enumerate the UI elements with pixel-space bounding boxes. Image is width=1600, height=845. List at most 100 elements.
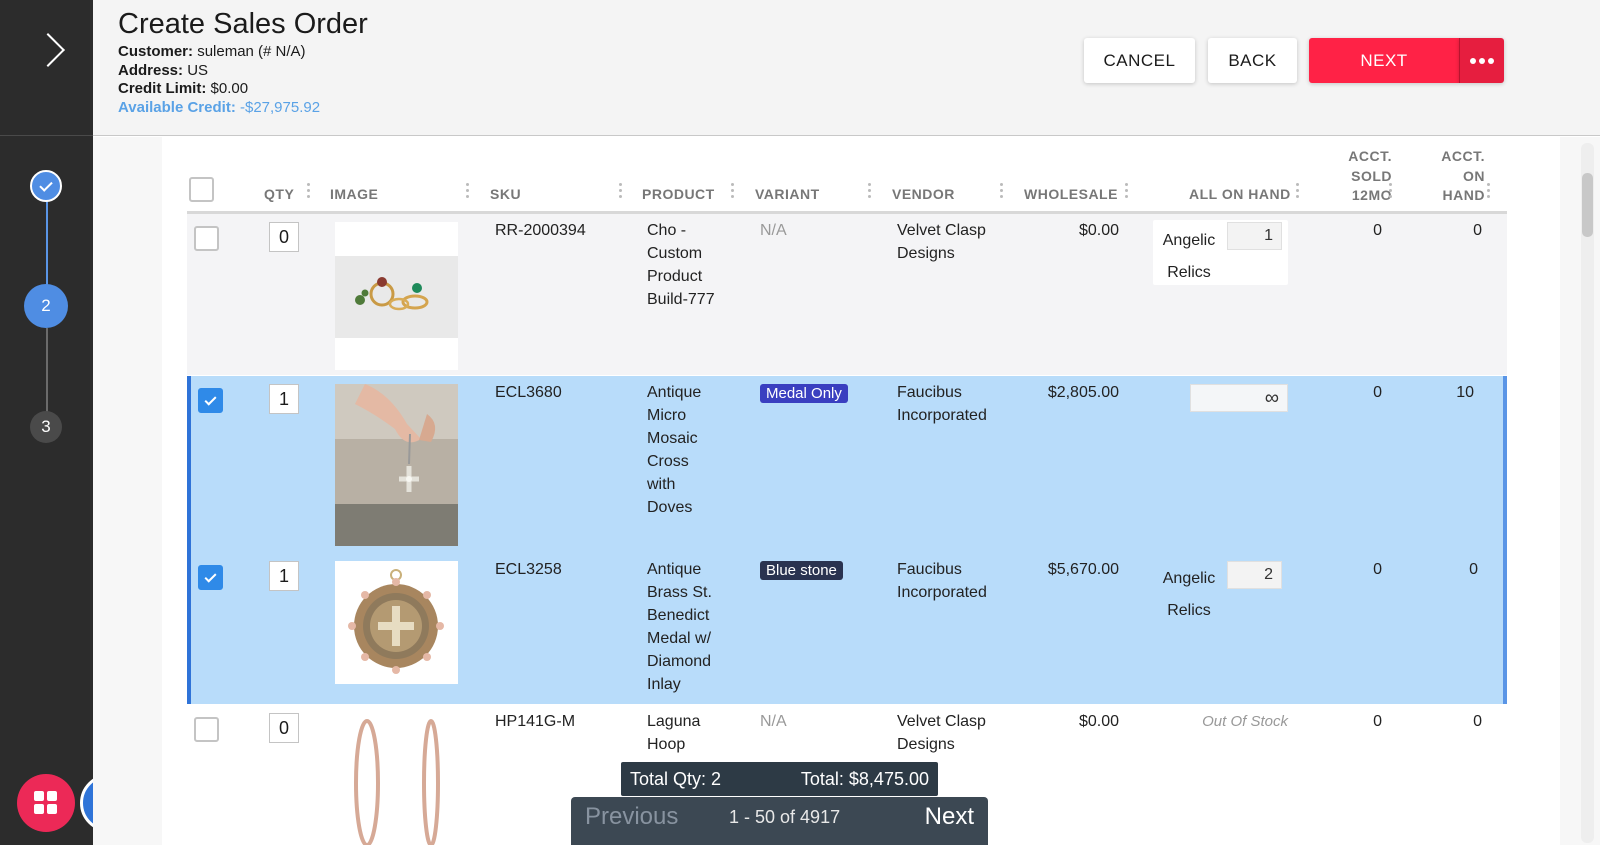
col-variant[interactable]: VARIANT — [755, 186, 820, 202]
product-image[interactable] — [335, 384, 458, 546]
col-qty[interactable]: QTY — [264, 186, 294, 202]
on-hand-qty-input[interactable]: 2 — [1227, 561, 1282, 589]
acct-sold-12mo: 0 — [1373, 384, 1382, 401]
step-1-complete[interactable] — [30, 170, 62, 202]
page-title: Create Sales Order — [118, 8, 368, 40]
table-row[interactable]: 1 ECL3680 Antique Micro Mosaic Cross with Dov… — [187, 376, 1507, 552]
more-dots-icon — [1470, 57, 1494, 64]
row-checkbox[interactable] — [194, 226, 219, 251]
available-credit-label: Available Credit: — [118, 98, 236, 116]
check-icon — [204, 570, 217, 583]
acct-on-hand: 0 — [1473, 222, 1482, 239]
product-name[interactable]: Cho - Custom Product Build-777 — [647, 219, 715, 311]
next-button[interactable]: NEXT — [1309, 38, 1459, 83]
content-area: QTY IMAGE SKU PRODUCT VARIANT VENDOR WHO… — [93, 137, 1600, 845]
product-image[interactable] — [335, 561, 458, 684]
wholesale-price: $2,805.00 — [1047, 384, 1119, 401]
wholesale-price: $5,670.00 — [1047, 561, 1119, 578]
acct-sold-12mo: 0 — [1373, 713, 1382, 730]
col-product[interactable]: PRODUCT — [642, 186, 715, 202]
table-header: QTY IMAGE SKU PRODUCT VARIANT VENDOR WHO… — [187, 137, 1507, 214]
out-of-stock-status: Out Of Stock — [1202, 713, 1288, 730]
col-vendor[interactable]: VENDOR — [892, 186, 955, 202]
address-label: Address: — [118, 61, 184, 79]
cancel-button[interactable]: CANCEL — [1084, 38, 1195, 83]
variant: N/A — [760, 713, 787, 730]
column-menu-icon[interactable] — [1296, 183, 1299, 203]
wholesale-price: $0.00 — [1078, 222, 1119, 239]
acct-sold-12mo: 0 — [1373, 222, 1382, 239]
table-row[interactable]: 1 ECL3258 Antique Brass St. Benedict Med… — [187, 552, 1507, 704]
pagination: Previous 1 - 50 of 4917 Next — [571, 797, 988, 845]
sku: HP141G-M — [495, 713, 576, 730]
apps-grid-icon — [34, 791, 58, 815]
check-icon — [39, 177, 53, 192]
qty-input[interactable]: 1 — [269, 384, 299, 414]
total-qty: Total Qty: 2 — [630, 768, 722, 789]
on-hand-qty-input[interactable]: ∞ — [1190, 384, 1288, 412]
column-menu-icon[interactable] — [1000, 183, 1003, 203]
sku: RR-2000394 — [495, 222, 586, 239]
on-hand-location: Angelic Relics — [1162, 570, 1216, 619]
page-header: Create Sales Order Customer: suleman (# … — [93, 0, 1600, 136]
sku: ECL3680 — [495, 384, 562, 401]
vendor: Faucibus Incorporated — [897, 384, 987, 424]
col-acct-sold-12mo[interactable]: ACCT. SOLD 12MO — [1332, 147, 1392, 206]
row-checkbox[interactable] — [198, 388, 223, 413]
step-3[interactable]: 3 — [30, 411, 62, 443]
col-all-on-hand[interactable]: ALL ON HAND — [1189, 186, 1291, 202]
credit-limit-label: Credit Limit: — [118, 80, 207, 97]
column-menu-icon[interactable] — [466, 183, 469, 203]
select-all-checkbox[interactable] — [189, 177, 214, 202]
apps-button[interactable] — [17, 774, 75, 832]
page-range: 1 - 50 of 4917 — [729, 807, 841, 827]
expand-rail-button[interactable] — [0, 0, 93, 136]
variant-badge: Blue stone — [760, 561, 843, 580]
product-image[interactable] — [335, 222, 458, 370]
product-name[interactable]: Laguna Hoop — [647, 710, 700, 756]
col-image[interactable]: IMAGE — [330, 186, 378, 202]
credit-limit-value: $0.00 — [210, 80, 249, 97]
product-name[interactable]: Antique Brass St. Benedict Medal w/Diamond I… — [647, 558, 712, 696]
acct-on-hand: 0 — [1473, 713, 1482, 730]
previous-page-button[interactable]: Previous — [585, 803, 678, 831]
step-2-current[interactable]: 2 — [24, 284, 68, 328]
address-value: US — [187, 61, 209, 79]
variant-badge: Medal Only — [760, 384, 848, 403]
qty-input[interactable]: 1 — [269, 561, 299, 591]
more-actions-button[interactable] — [1459, 38, 1504, 83]
on-hand-qty-input[interactable]: 1 — [1227, 222, 1282, 250]
product-image[interactable] — [335, 713, 458, 845]
product-table-panel: QTY IMAGE SKU PRODUCT VARIANT VENDOR WHO… — [162, 137, 1560, 845]
back-button[interactable]: BACK — [1208, 38, 1297, 83]
column-menu-icon[interactable] — [619, 183, 622, 203]
product-name[interactable]: Antique Micro Mosaic Cross with Doves — [647, 381, 701, 519]
col-wholesale[interactable]: WHOLESALE — [1024, 186, 1118, 202]
left-rail: 2 3 — [0, 0, 138, 845]
qty-input[interactable]: 0 — [269, 222, 299, 252]
on-hand-location: Angelic Relics 1 — [1153, 220, 1288, 285]
col-sku[interactable]: SKU — [490, 186, 521, 202]
column-menu-icon[interactable] — [868, 183, 871, 203]
wholesale-price: $0.00 — [1078, 713, 1119, 730]
scrollbar-thumb[interactable] — [1582, 173, 1593, 237]
vertical-scrollbar[interactable] — [1581, 143, 1594, 843]
acct-on-hand: 10 — [1456, 384, 1474, 401]
col-acct-on-hand[interactable]: ACCT. ON HAND — [1425, 147, 1485, 206]
customer-info: Customer: suleman (# N/A) Address: US Cr… — [118, 43, 320, 117]
row-checkbox[interactable] — [194, 717, 219, 742]
column-menu-icon[interactable] — [307, 183, 310, 203]
qty-input[interactable]: 0 — [269, 713, 299, 743]
acct-sold-12mo: 0 — [1373, 561, 1382, 578]
next-page-button[interactable]: Next — [925, 803, 974, 831]
customer-label: Customer: — [118, 43, 194, 60]
column-menu-icon[interactable] — [1487, 183, 1490, 203]
step-connector — [46, 200, 48, 286]
column-menu-icon[interactable] — [1389, 183, 1392, 203]
table-row[interactable]: 0 RR-2000394 Cho - Custom Product Build-777… — [187, 214, 1507, 375]
column-menu-icon[interactable] — [731, 183, 734, 203]
row-checkbox[interactable] — [198, 565, 223, 590]
variant: N/A — [760, 222, 787, 239]
acct-on-hand: 0 — [1469, 561, 1478, 578]
column-menu-icon[interactable] — [1125, 183, 1128, 203]
